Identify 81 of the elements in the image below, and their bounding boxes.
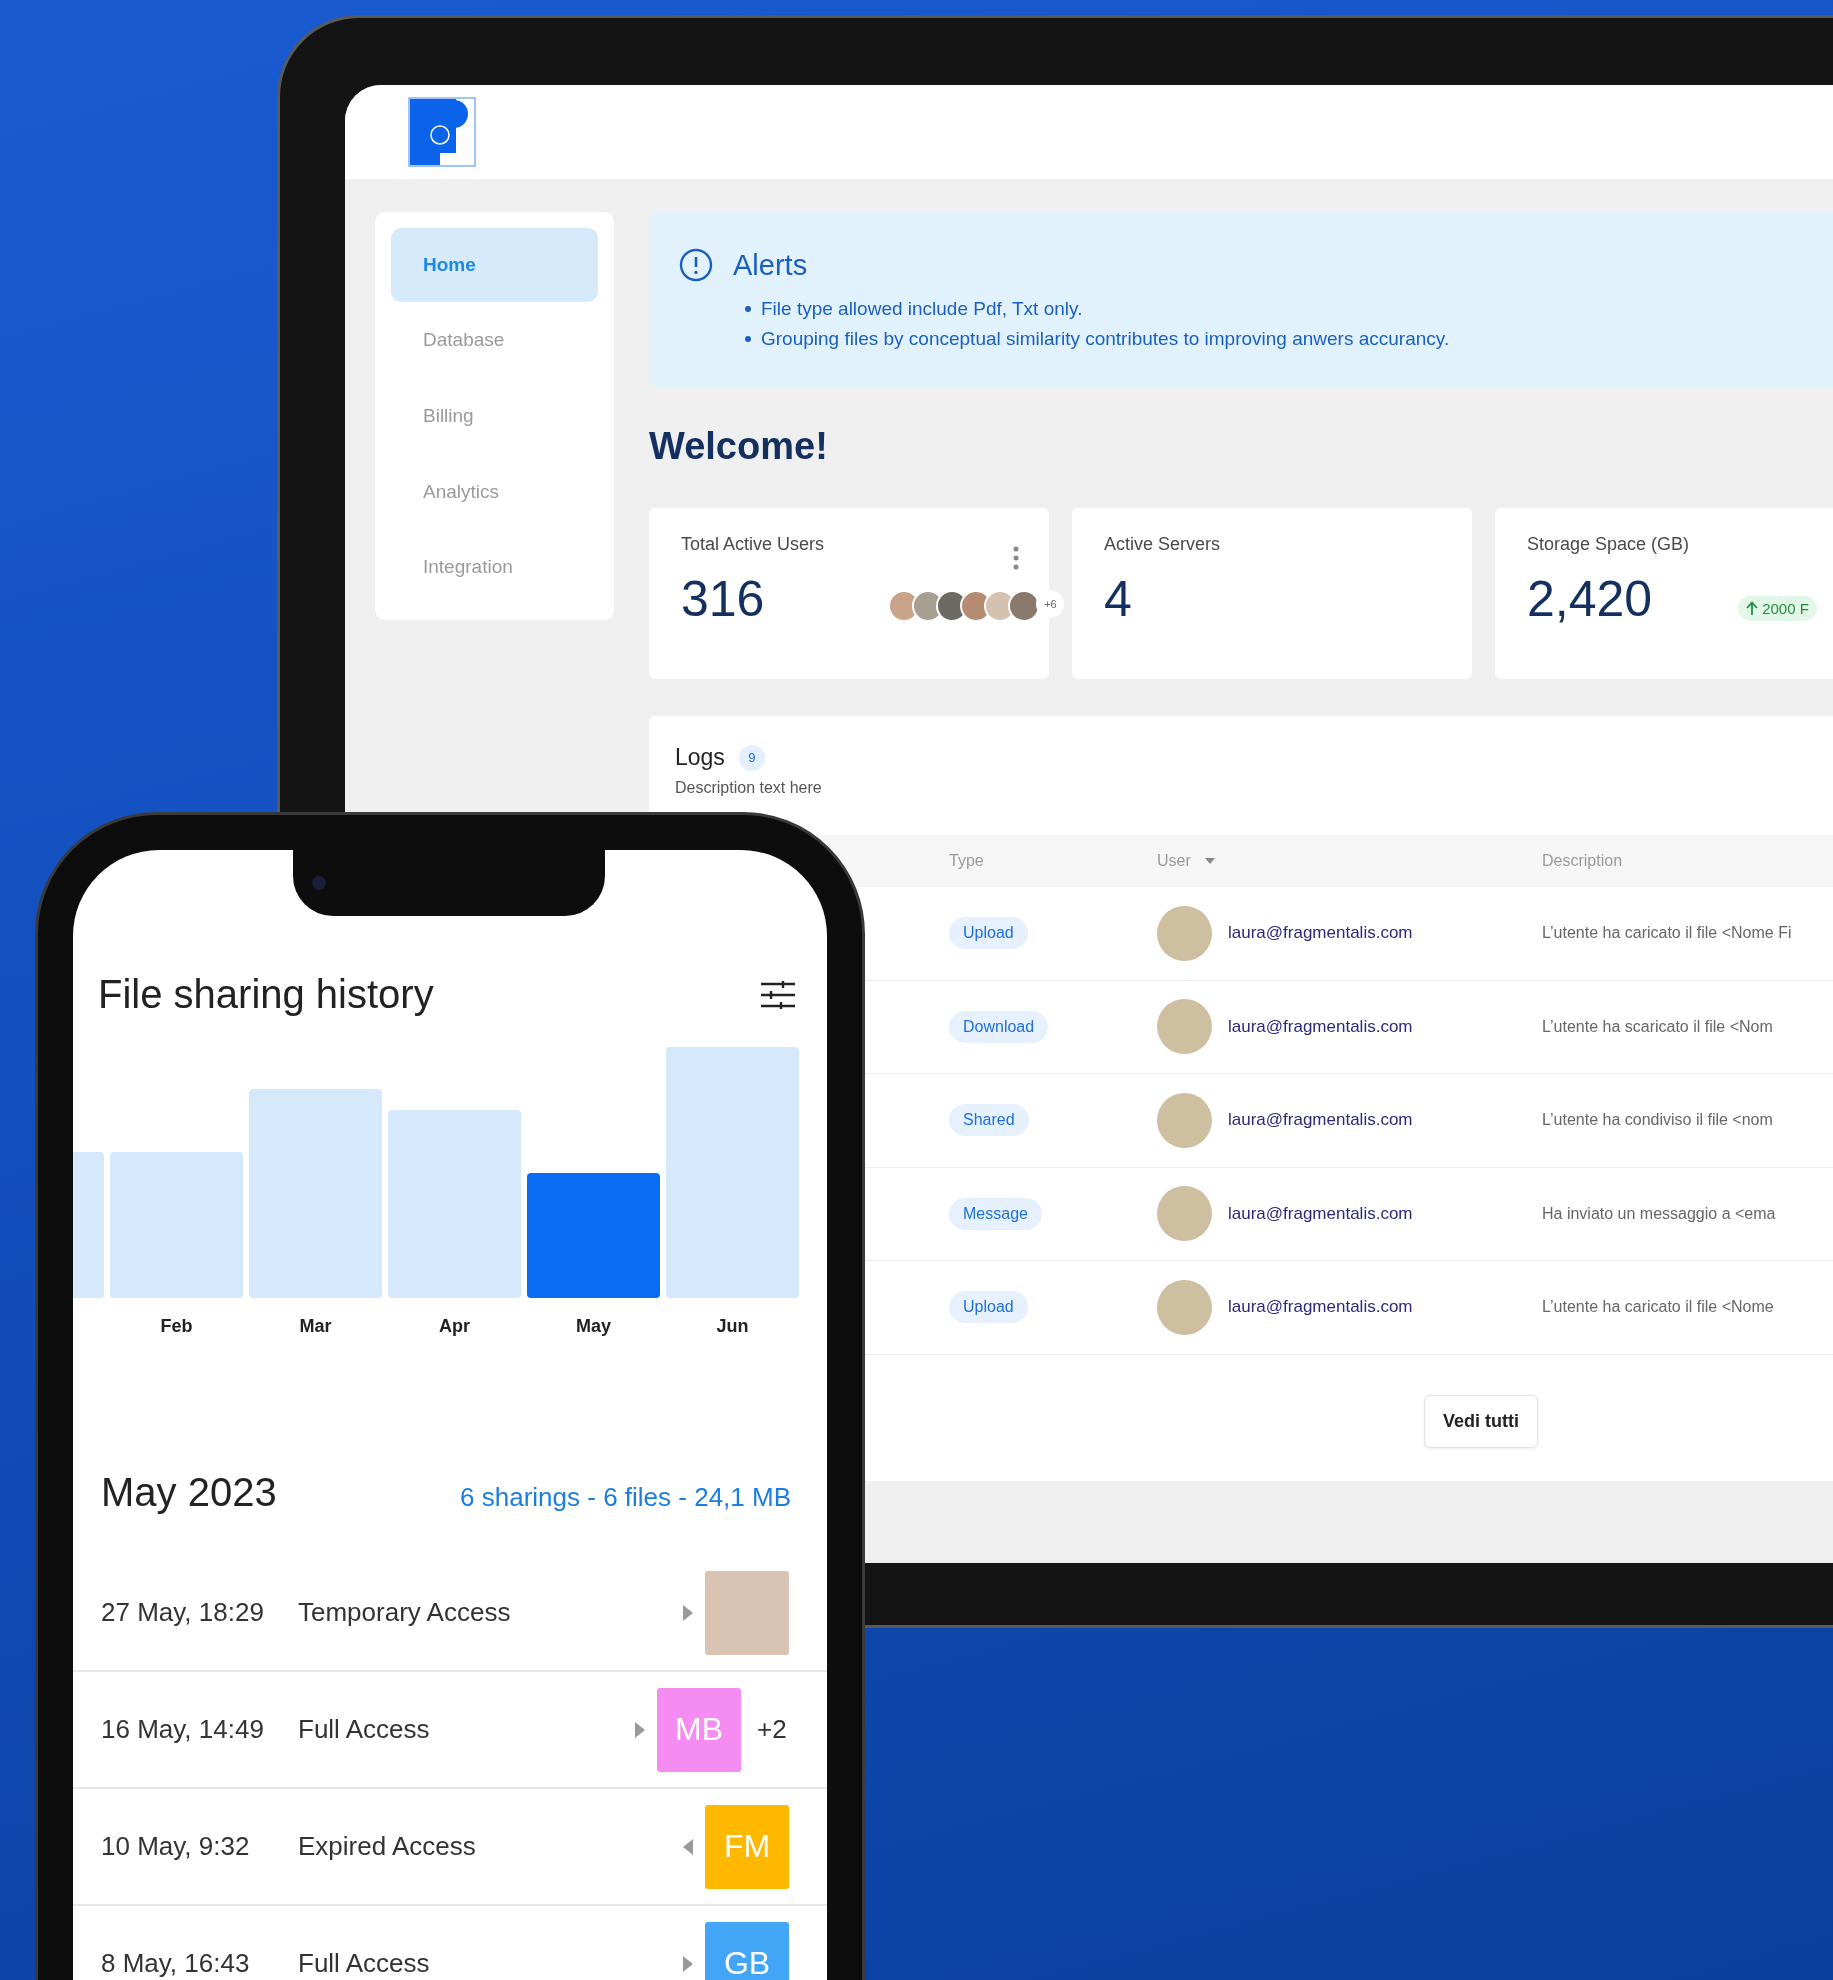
avatar: [1157, 1092, 1212, 1148]
more-vertical-icon[interactable]: [1013, 546, 1019, 570]
sharing-date: 10 May, 9:32: [101, 1831, 251, 1862]
screen-title: File sharing history: [98, 972, 434, 1017]
arrow-up-icon: [1746, 601, 1759, 615]
logs-description: Description text here: [675, 779, 823, 797]
access-type: Full Access: [298, 1714, 431, 1745]
chart-bar[interactable]: [527, 1173, 660, 1298]
month-label: Jun: [716, 1316, 749, 1338]
stat-title: Active Servers: [1104, 534, 1222, 555]
chart-bar[interactable]: [249, 1089, 382, 1298]
month-label: May: [576, 1316, 611, 1338]
avatar: [1157, 999, 1212, 1055]
filter-icon[interactable]: [761, 980, 795, 1009]
month-title: May 2023: [101, 1470, 277, 1515]
stat-value: 2,420: [1527, 571, 1653, 627]
logo-icon[interactable]: [408, 97, 476, 167]
welcome-heading: Welcome!: [649, 425, 829, 468]
user-email: laura@fragmentalis.com: [1228, 1203, 1413, 1224]
table-cell-text: L’utente ha caricato il file <Nome Fi: [1542, 924, 1793, 943]
type-tag: Shared: [949, 1104, 1029, 1137]
table-cell-text: L’utente ha caricato il file <Nome: [1542, 1298, 1775, 1317]
avatar: [1157, 1186, 1212, 1242]
type-tag: Upload: [949, 1291, 1028, 1324]
nav-item[interactable]: Analytics: [391, 454, 598, 529]
avatar: [1157, 1279, 1212, 1335]
logs-title: Logs: [675, 744, 725, 771]
month-label: Feb: [160, 1316, 193, 1338]
access-type: Expired Access: [298, 1831, 477, 1862]
alert-text: Grouping files by conceptual similarity contributes to improving anwers accurancy.: [761, 327, 1450, 351]
sharing-row[interactable]: 27 May, 18:29 Temporary Access: [73, 1555, 827, 1672]
nav-item[interactable]: Home: [391, 228, 598, 302]
more-count: +6: [1036, 590, 1065, 618]
alert-icon: [679, 248, 713, 282]
sort-caret-icon[interactable]: [1204, 858, 1215, 864]
table-cell-text: L’utente ha condiviso il file <nom: [1542, 1111, 1774, 1130]
type-tag: Upload: [949, 917, 1028, 950]
column-header[interactable]: Description: [1542, 852, 1833, 870]
user-email: laura@fragmentalis.com: [1228, 1110, 1413, 1131]
stat-title: Total Active Users: [681, 534, 826, 555]
chart-bar[interactable]: [110, 1152, 243, 1298]
type-tag: Download: [949, 1010, 1049, 1043]
nav-item[interactable]: Database: [391, 303, 598, 378]
alerts-title: Alerts: [733, 248, 808, 282]
month-label: Mar: [299, 1316, 332, 1338]
extra-count: +2: [757, 1714, 788, 1745]
column-header[interactable]: Type: [949, 852, 1157, 870]
stat-title: Storage Space (GB): [1527, 534, 1691, 555]
table-cell-text: Ha inviato un messaggio a <ema: [1542, 1204, 1777, 1223]
month-label: Apr: [439, 1316, 470, 1338]
user-email: laura@fragmentalis.com: [1228, 923, 1413, 944]
chart-bar[interactable]: [666, 1047, 799, 1298]
month-summary: 6 sharings - 6 files - 24,1 MB: [460, 1482, 791, 1513]
access-type: Full Access: [298, 1948, 431, 1979]
count-badge: 9: [738, 744, 765, 771]
alert-text: File type allowed include Pdf, Txt only.: [761, 297, 1083, 321]
sharing-date: 27 May, 18:29: [101, 1597, 265, 1628]
chart-bar[interactable]: [388, 1110, 521, 1298]
view-all-button[interactable]: Vedi tutti: [1424, 1394, 1538, 1448]
sharing-date: 16 May, 14:49: [101, 1714, 265, 1745]
sharing-row[interactable]: 10 May, 9:32 Expired Access FM: [73, 1789, 827, 1906]
type-tag: Message: [949, 1197, 1042, 1230]
initials-avatar: FM: [705, 1804, 789, 1889]
user-email: laura@fragmentalis.com: [1228, 1016, 1413, 1037]
access-type: Temporary Access: [298, 1597, 512, 1628]
stat-value: 4: [1104, 571, 1132, 627]
sharing-row[interactable]: 8 May, 16:43 Full Access GB: [73, 1906, 827, 1980]
table-cell-text: L’utente ha scaricato il file <Nom: [1542, 1017, 1774, 1036]
trend-badge: 2000 F: [1738, 595, 1817, 621]
column-header[interactable]: User: [1157, 852, 1542, 870]
sharing-date: 8 May, 16:43: [101, 1948, 251, 1979]
bullet-icon: [745, 336, 751, 342]
nav-item[interactable]: Integration: [391, 530, 598, 604]
sharing-row[interactable]: 16 May, 14:49 Full Access MB +2: [73, 1672, 827, 1789]
user-email: laura@fragmentalis.com: [1228, 1297, 1413, 1318]
initials-avatar: MB: [657, 1687, 741, 1772]
stat-value: 316: [681, 571, 765, 627]
bullet-icon: [745, 306, 751, 312]
nav-item[interactable]: Billing: [391, 379, 598, 453]
initials-avatar: GB: [705, 1921, 789, 1980]
avatar: [1157, 905, 1212, 961]
